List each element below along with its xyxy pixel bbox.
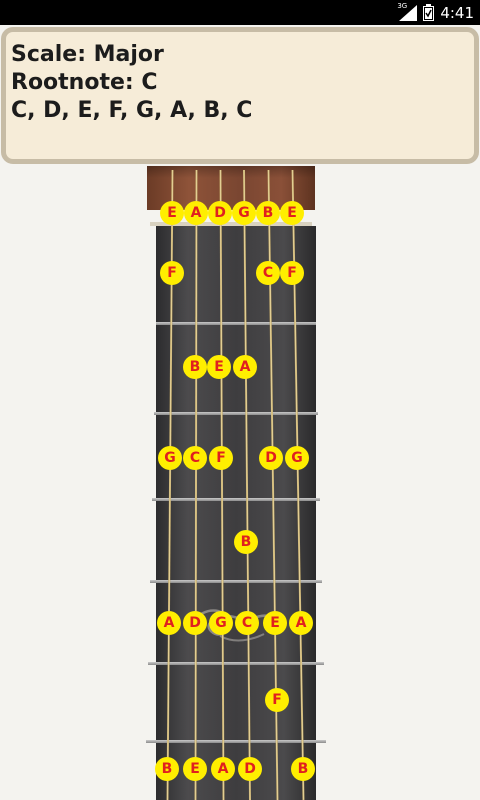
note-marker[interactable]: G: [158, 446, 182, 470]
fret-wire: [152, 498, 320, 501]
note-marker[interactable]: E: [263, 611, 287, 635]
note-marker[interactable]: D: [238, 757, 262, 781]
fretboard: [156, 226, 316, 800]
scale-notes-label: C, D, E, F, G, A, B, C: [11, 98, 253, 123]
note-marker[interactable]: A: [157, 611, 181, 635]
note-marker[interactable]: C: [183, 446, 207, 470]
note-marker[interactable]: B: [291, 757, 315, 781]
note-marker[interactable]: G: [232, 201, 256, 225]
note-marker[interactable]: B: [234, 530, 258, 554]
note-marker[interactable]: F: [265, 688, 289, 712]
note-marker[interactable]: F: [280, 261, 304, 285]
note-marker[interactable]: D: [183, 611, 207, 635]
note-marker[interactable]: B: [183, 355, 207, 379]
note-marker[interactable]: A: [184, 201, 208, 225]
note-marker[interactable]: A: [211, 757, 235, 781]
battery-icon: [423, 4, 435, 21]
note-marker[interactable]: A: [289, 611, 313, 635]
note-marker[interactable]: B: [155, 757, 179, 781]
scale-info-panel: Scale: Major Rootnote: C C, D, E, F, G, …: [1, 27, 479, 164]
signal-icon: 3G: [397, 2, 418, 22]
note-marker[interactable]: G: [285, 446, 309, 470]
clock: 4:41: [440, 3, 474, 22]
fret-wire: [156, 322, 316, 325]
note-marker[interactable]: A: [233, 355, 257, 379]
note-marker[interactable]: C: [235, 611, 259, 635]
note-marker[interactable]: E: [160, 201, 184, 225]
note-marker[interactable]: D: [259, 446, 283, 470]
note-marker[interactable]: E: [183, 757, 207, 781]
note-marker[interactable]: F: [209, 446, 233, 470]
note-marker[interactable]: C: [256, 261, 280, 285]
note-marker[interactable]: E: [280, 201, 304, 225]
scale-label: Scale: Major: [11, 42, 164, 67]
fret-wire: [148, 662, 324, 665]
fret-wire: [146, 740, 326, 743]
status-bar: 3G 4:41: [0, 0, 480, 25]
fret-wire: [154, 412, 318, 415]
note-marker[interactable]: F: [160, 261, 184, 285]
note-marker[interactable]: E: [207, 355, 231, 379]
note-marker[interactable]: D: [208, 201, 232, 225]
fret-wire: [150, 580, 322, 583]
status-icons: 3G 4:41: [397, 2, 474, 23]
note-marker[interactable]: G: [209, 611, 233, 635]
guitar-string: [194, 169, 197, 800]
note-marker[interactable]: B: [256, 201, 280, 225]
rootnote-label: Rootnote: C: [11, 70, 158, 95]
